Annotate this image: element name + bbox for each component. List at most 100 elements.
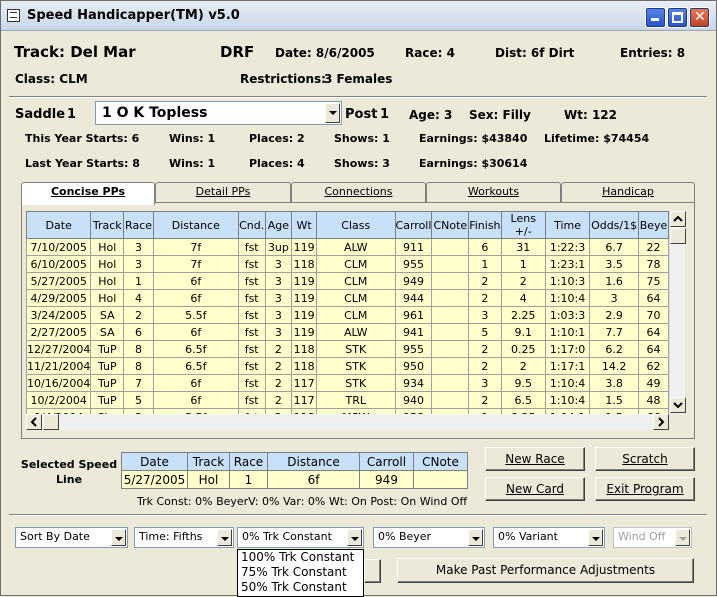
horse-select[interactable]: 1 O K Topless [95, 101, 342, 125]
partial-hidden-button[interactable] [364, 559, 381, 583]
table-cell: 14.2 [589, 357, 640, 375]
tab-detail-pps[interactable]: Detail PPs [155, 182, 291, 202]
table-cell: fst [237, 357, 266, 375]
table-cell: 2 [500, 272, 546, 290]
table-row[interactable]: 12/27/2004 TuP 8 6.5f fst 2 118 STK 955 2 0.25 1:17… [26, 340, 669, 358]
tab-connections[interactable]: Connections [291, 182, 426, 202]
table-cell: 955 [394, 255, 433, 273]
exit-program-button[interactable]: Exit Program [595, 477, 695, 501]
pp-column-header[interactable]: Class [315, 211, 396, 239]
date-label: Date: 8/6/2005 [275, 46, 375, 60]
table-row[interactable]: 5/27/2005 Hol 1 6f fst 3 119 CLM 949 2 2 1:10:3 1.6 7… [26, 272, 669, 290]
dropdown-option[interactable]: 100% Trk Constant [238, 550, 363, 565]
pp-vertical-scrollbar[interactable] [669, 211, 686, 414]
pp-column-header[interactable]: Track [90, 211, 125, 239]
table-cell: fst [237, 306, 266, 324]
beyer-select[interactable]: 0% Beyer [373, 527, 485, 548]
race-label: Race: 4 [405, 46, 455, 60]
table-cell: Hol [90, 289, 125, 307]
pp-column-header[interactable]: Beye [638, 211, 669, 239]
scroll-up-button[interactable] [670, 211, 686, 227]
table-cell: 955 [394, 340, 433, 358]
scroll-right-button[interactable] [653, 414, 669, 430]
pp-column-header[interactable]: Lens +/- [500, 211, 546, 239]
table-cell: 8 [123, 357, 154, 375]
table-row[interactable]: 3/24/2005 SA 2 5.5f fst 3 119 CLM 961 3 2.25 1:03:3… [26, 306, 669, 324]
table-cell: 1:10:4 [544, 289, 591, 307]
sex-label: Sex: Filly [469, 108, 531, 122]
pp-column-header[interactable]: Finish [468, 211, 502, 239]
chevron-down-icon[interactable] [325, 103, 340, 123]
table-cell: 62 [638, 357, 669, 375]
pp-column-header[interactable]: Time [544, 211, 591, 239]
pp-column-header[interactable]: Date [26, 211, 92, 239]
table-row[interactable]: 4/29/2005 Hol 4 6f fst 3 119 CLM 944 2 4 1:10:4 3 64 [26, 289, 669, 307]
table-row[interactable]: 11/21/2004 TuP 8 6.5f fst 2 118 STK 950 2 2 1:17:1 1… [26, 357, 669, 375]
table-cell: 941 [394, 323, 433, 341]
table-cell: TuP [90, 391, 125, 409]
tab-workouts[interactable]: Workouts [426, 182, 561, 202]
tab-handicap[interactable]: Handicap [561, 182, 695, 202]
table-cell: 4/29/2005 [26, 289, 92, 307]
scroll-thumb[interactable] [670, 228, 686, 244]
pp-column-header[interactable]: Odds/1$ [589, 211, 640, 239]
pp-grid[interactable]: Date Track Race Distance Cnd. Age Wt Class Carro… [26, 211, 669, 414]
chevron-down-icon[interactable] [217, 529, 232, 546]
table-cell: 2 [123, 306, 154, 324]
hscroll-thumb[interactable] [43, 414, 59, 430]
sort-select[interactable]: Sort By Date [15, 527, 128, 548]
chevron-down-icon [675, 529, 690, 546]
make-adjustments-button[interactable]: Make Past Performance Adjustments [397, 558, 694, 583]
table-cell: 10/16/2004 [26, 374, 92, 392]
trk-constant-select[interactable]: 0% Trk Constant [237, 527, 364, 548]
pp-column-header[interactable]: Distance [152, 211, 239, 239]
chevron-down-icon[interactable] [468, 529, 483, 546]
trk-constant-dropdown-list[interactable]: 100% Trk Constant 75% Trk Constant 50% T… [237, 549, 364, 597]
new-race-button[interactable]: New Race [485, 447, 585, 471]
table-cell: 950 [394, 357, 433, 375]
chevron-down-icon[interactable] [588, 529, 603, 546]
close-button[interactable]: ✕ [689, 7, 710, 28]
table-row[interactable]: 10/16/2004 TuP 7 6f fst 2 117 STK 934 3 9.5 1:10:4 3… [26, 374, 669, 392]
table-row[interactable]: 7/10/2005 Hol 3 7f fst 3up 119 ALW 911 6 31 1:22:3 6… [26, 238, 669, 256]
table-row[interactable]: 2/27/2005 SA 6 6f fst 3 119 ALW 941 5 9.1 1:10:1 7.7… [26, 323, 669, 341]
chevron-down-icon[interactable] [111, 529, 126, 546]
table-row[interactable]: 10/2/2004 TuP 5 6f fst 2 117 TRL 940 2 6.5 1:10:4 1.… [26, 391, 669, 409]
selected-speed-line-label: Selected Speed Line [20, 458, 118, 486]
table-cell [431, 238, 470, 256]
selected-line-cell: 6f [267, 470, 360, 489]
new-card-button[interactable]: New Card [485, 477, 585, 501]
scroll-down-button[interactable] [670, 397, 686, 413]
table-cell: 119 [291, 289, 317, 307]
table-cell: STK [315, 357, 396, 375]
time-select[interactable]: Time: Fifths [134, 527, 234, 548]
this-year-shows: Shows: 1 [334, 132, 390, 145]
pp-column-header[interactable]: Age [264, 211, 293, 239]
variant-select[interactable]: 0% Variant [493, 527, 605, 548]
table-cell: 7f [152, 238, 239, 256]
table-cell: 117 [291, 391, 317, 409]
pp-horizontal-scrollbar[interactable] [26, 414, 669, 430]
table-cell: 3 [468, 374, 502, 392]
minimize-button[interactable] [645, 7, 666, 28]
pp-column-header[interactable]: Wt [291, 211, 317, 239]
last-year-wins: Wins: 1 [169, 157, 216, 170]
pp-column-header[interactable]: Carroll [394, 211, 433, 239]
pp-column-header[interactable]: Race [123, 211, 154, 239]
table-cell: 1:23:1 [544, 255, 591, 273]
maximize-button[interactable] [667, 7, 688, 28]
table-cell [431, 340, 470, 358]
table-row[interactable]: 6/10/2005 Hol 3 7f fst 3 118 CLM 955 1 1 1:23:1 3.5 7… [26, 255, 669, 273]
chevron-down-icon[interactable] [347, 529, 362, 546]
pp-column-header[interactable]: CNote [431, 211, 470, 239]
table-cell [431, 357, 470, 375]
dropdown-option[interactable]: 75% Trk Constant [238, 565, 363, 580]
table-cell: 9.1 [500, 323, 546, 341]
scratch-button[interactable]: Scratch [595, 447, 695, 471]
dropdown-option[interactable]: 50% Trk Constant [238, 580, 363, 595]
scroll-left-button[interactable] [26, 414, 42, 430]
pp-column-header[interactable]: Cnd. [237, 211, 266, 239]
tab-concise-pps[interactable]: Concise PPs [21, 182, 155, 205]
track-label: Track: Del Mar [14, 43, 136, 61]
table-cell: 2 [500, 357, 546, 375]
